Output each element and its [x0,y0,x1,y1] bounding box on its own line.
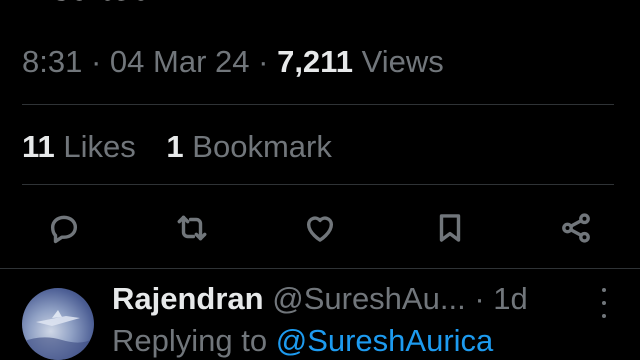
bookmarks-stat[interactable]: 1 Bookmark [166,128,331,166]
bookmark-icon [439,214,461,242]
tweet-time[interactable]: 8:31 [22,44,82,79]
meta-separator: · [90,44,102,79]
bookmarks-count: 1 [166,129,184,164]
divider [22,104,614,105]
replying-prefix: Replying to [112,323,268,358]
tweet-date[interactable]: 04 Mar 24 [110,44,250,79]
bookmarks-label: Bookmark [192,129,332,164]
header-separator: · [474,281,485,316]
share-nodes-icon [562,213,590,243]
repost-arrows-icon [177,215,207,241]
views-count: 7,211 [277,44,353,79]
reply-button[interactable] [44,206,84,250]
replying-mention-link[interactable]: @SureshAurica [276,323,494,358]
divider [0,268,640,269]
tweet-text-clipped: insulted [22,0,153,10]
meta-separator: · [258,44,269,79]
like-button[interactable] [300,206,340,250]
more-options-icon[interactable] [594,288,614,318]
avatar[interactable] [22,288,94,360]
replying-to-line: Replying to @SureshAurica [112,322,493,360]
bookmark-button[interactable] [430,206,470,250]
reply-author-handle[interactable]: @SureshAu... [272,281,465,316]
reply-time[interactable]: 1d [493,281,527,316]
share-button[interactable] [556,206,596,250]
likes-label: Likes [63,129,136,164]
reply-author-name[interactable]: Rajendran [112,281,264,316]
tweet-action-bar [0,206,640,250]
tweet-meta-row: 8:31 · 04 Mar 24 · 7,211 Views [22,43,444,81]
repost-button[interactable] [172,206,212,250]
reply-header: Rajendran @SureshAu... · 1d [112,280,528,318]
likes-count: 11 [22,129,55,164]
divider [22,184,614,185]
engagement-stats: 11 Likes 1 Bookmark [22,128,332,166]
avatar-image [22,310,94,360]
heart-icon [306,216,334,242]
reply-tweet[interactable]: Rajendran @SureshAu... · 1d Replying to … [0,272,640,360]
views-label: Views [361,44,444,79]
likes-stat[interactable]: 11 Likes [22,128,136,166]
speech-bubble-icon [50,215,78,244]
